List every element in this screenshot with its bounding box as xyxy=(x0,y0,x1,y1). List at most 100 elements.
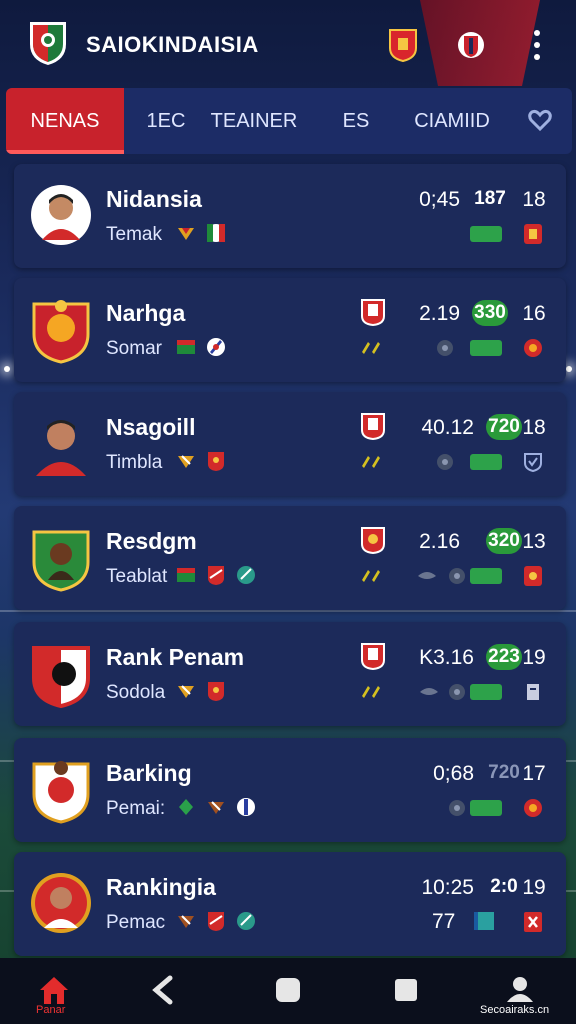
stat-rank: 19 xyxy=(522,646,546,669)
ranking-card[interactable]: Narhga Somar 2.19 330 16 xyxy=(14,278,566,382)
form-indicator xyxy=(470,800,502,816)
stat-time: 2.19 xyxy=(419,302,460,325)
card-name: Nsagoill xyxy=(106,414,196,440)
ranking-card[interactable]: Nidansia Temak 0;45 187 18 xyxy=(14,164,566,268)
club-logo-icon xyxy=(30,22,66,65)
stat-rank: 16 xyxy=(522,302,546,325)
card-name: Resdgm xyxy=(106,528,197,554)
card-subtitle: Pemac xyxy=(106,912,166,933)
tab-label: 1EC xyxy=(146,109,186,132)
team-badge-icon xyxy=(361,527,385,554)
club-crest-icon xyxy=(524,339,542,357)
card-name: Rank Penam xyxy=(106,644,245,670)
club-crest-avatar xyxy=(32,646,90,708)
home-icon[interactable] xyxy=(36,972,72,1008)
form-indicator xyxy=(470,340,502,356)
card-subtitle: Timbla xyxy=(106,452,163,473)
mini-crest-icon xyxy=(208,682,224,701)
stat-extra: 77 xyxy=(432,910,456,933)
card-subtitle: Teablat xyxy=(106,566,168,587)
league-badge-icon[interactable] xyxy=(456,28,486,62)
ranking-card[interactable]: Resdgm Teablat 2.16 320 13 xyxy=(14,506,566,610)
boots-icon xyxy=(362,342,380,354)
player-avatar xyxy=(31,185,91,245)
document-icon xyxy=(527,684,539,700)
tab-label: CIAMIID xyxy=(414,109,490,132)
stat-time: 10:25 xyxy=(421,876,474,899)
tab-ciamiid[interactable]: CIAMIID xyxy=(398,88,506,154)
stat-score: 330 xyxy=(472,300,508,326)
recents-icon[interactable] xyxy=(388,972,424,1008)
boots-icon xyxy=(362,456,380,468)
mini-crest-icon xyxy=(178,685,194,698)
home-square-icon[interactable] xyxy=(270,972,306,1008)
stadium-light xyxy=(4,366,10,372)
home-nav-label[interactable]: Panar xyxy=(36,1004,65,1016)
close-icon[interactable] xyxy=(522,912,544,932)
mini-flag-icon xyxy=(177,568,195,582)
ranking-card[interactable]: Rankingia Pemac 10:25 2:0 19 77 xyxy=(14,852,566,956)
club-crest-avatar xyxy=(32,761,90,824)
ball-icon xyxy=(437,454,453,470)
stat-rank: 17 xyxy=(522,762,546,785)
boots-icon xyxy=(362,570,380,582)
stat-time: 0;68 xyxy=(433,762,474,785)
form-indicator xyxy=(474,912,494,930)
tab-label: NENAS xyxy=(30,109,100,132)
user-nav-label[interactable]: Secoairaks.cn xyxy=(480,1004,549,1016)
mini-crest-icon xyxy=(178,455,194,468)
user-icon[interactable] xyxy=(502,972,538,1008)
mini-crest-icon xyxy=(178,228,194,240)
mini-crest-icon xyxy=(237,798,255,816)
ball-icon xyxy=(449,684,465,700)
ranking-card[interactable]: Rank Penam Sodola K3.16 223 19 xyxy=(14,622,566,726)
mini-crest-icon xyxy=(207,338,225,356)
ball-icon xyxy=(449,800,465,816)
card-name: Nidansia xyxy=(106,186,202,212)
mini-crest-icon xyxy=(208,452,224,471)
tab-label: TEAINER xyxy=(210,109,298,132)
stadium-light xyxy=(566,366,572,372)
team-badge-icon[interactable] xyxy=(388,28,418,62)
boots-icon xyxy=(362,686,380,698)
stat-time: K3.16 xyxy=(419,646,474,669)
tab-1ec[interactable]: 1EC xyxy=(128,88,204,154)
mini-diamond-icon xyxy=(179,799,193,815)
card-subtitle: Sodola xyxy=(106,682,166,703)
card-name: Narhga xyxy=(106,300,186,326)
stat-rank: 19 xyxy=(522,876,546,899)
app-title: SAIOKINDAISIA xyxy=(86,32,259,57)
favorite-heart-icon[interactable] xyxy=(528,108,552,132)
card-name: Barking xyxy=(106,760,192,786)
stat-rank: 18 xyxy=(522,188,546,211)
mini-crest-icon xyxy=(237,912,255,930)
bottom-navigation: Panar Secoairaks.cn xyxy=(0,958,576,1024)
player-avatar xyxy=(36,420,86,476)
club-crest-icon xyxy=(524,566,542,586)
bird-icon xyxy=(420,688,438,695)
card-subtitle: Somar xyxy=(106,338,162,359)
tab-teainer[interactable]: TEAINER xyxy=(204,88,304,154)
tab-es[interactable]: ES xyxy=(316,88,396,154)
ranking-card[interactable]: Nsagoill Timbla 40.12 720 18 xyxy=(14,392,566,496)
player-avatar xyxy=(31,873,91,933)
ball-icon xyxy=(437,340,453,356)
field-line xyxy=(0,610,576,612)
team-badge-icon xyxy=(361,299,385,326)
mini-crest-icon xyxy=(208,801,224,814)
club-crest-icon xyxy=(524,799,542,817)
mini-flag-icon xyxy=(177,340,195,354)
stat-time: 0;45 xyxy=(419,188,460,211)
club-crest-avatar xyxy=(32,530,90,592)
app-header: SAIOKINDAISIA xyxy=(0,0,576,86)
stat-time: 2.16 xyxy=(419,530,460,553)
club-crest-icon xyxy=(524,224,542,244)
ranking-card[interactable]: Barking Pemai: 0;68 720 17 xyxy=(14,738,566,842)
shield-check-icon xyxy=(524,453,542,472)
mini-crest-icon xyxy=(208,566,224,585)
more-menu-icon[interactable] xyxy=(530,30,544,60)
stat-time: 40.12 xyxy=(421,416,474,439)
tab-nenas[interactable]: NENAS xyxy=(6,88,124,154)
form-indicator xyxy=(470,684,502,700)
back-icon[interactable] xyxy=(146,972,182,1008)
